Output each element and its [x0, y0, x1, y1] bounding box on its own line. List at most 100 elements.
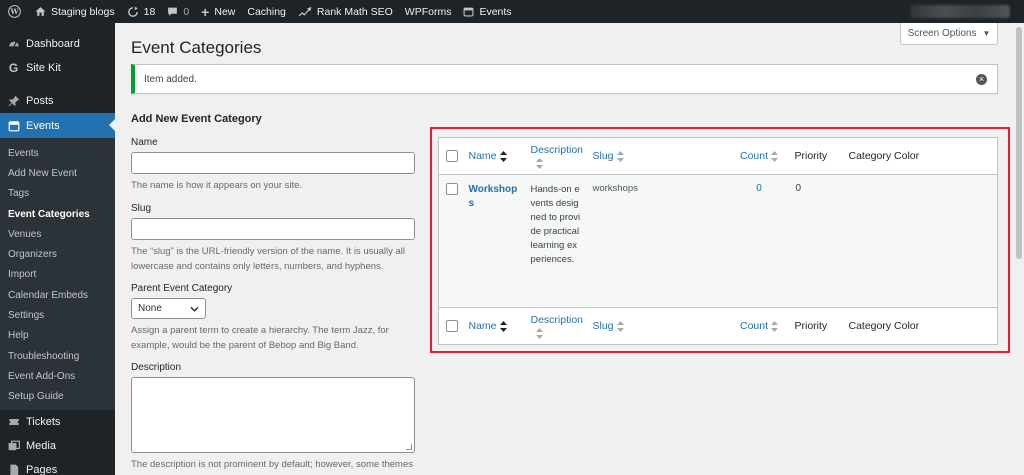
- site-name-link[interactable]: Staging blogs: [29, 0, 121, 23]
- footer-column-description-label: Description: [530, 313, 584, 326]
- scrollbar-thumb[interactable]: [1016, 27, 1022, 259]
- parent-help: Assign a parent term to create a hierarc…: [131, 325, 389, 351]
- column-category-color-header: Category Color: [849, 138, 998, 175]
- footer-column-count-label: Count: [739, 320, 769, 332]
- description-label: Description: [131, 362, 182, 373]
- updates-icon: [127, 6, 138, 17]
- select-all-checkbox-footer[interactable]: [446, 320, 458, 332]
- notice-text: Item added.: [144, 73, 197, 85]
- name-help: The name is how it appears on your site.: [131, 180, 303, 191]
- wordpress-logo-icon[interactable]: W: [0, 0, 29, 23]
- footer-column-count-header[interactable]: Count: [732, 308, 787, 345]
- footer-column-category-color-label: Category Color: [848, 320, 920, 332]
- new-label: New: [214, 5, 236, 18]
- submenu-add-new-event[interactable]: Add New Event: [0, 163, 115, 183]
- rank-math-icon: [298, 6, 312, 17]
- comments-link[interactable]: 0: [161, 0, 195, 23]
- column-description-header[interactable]: Description: [531, 138, 593, 175]
- slug-label: Slug: [131, 203, 152, 214]
- chevron-down-icon: [190, 306, 199, 312]
- name-label: Name: [131, 137, 158, 148]
- updates-link[interactable]: 18: [121, 0, 162, 23]
- column-count-header[interactable]: Count: [732, 138, 787, 175]
- footer-column-slug-header[interactable]: Slug: [593, 308, 732, 345]
- category-count-link[interactable]: 0: [732, 183, 787, 194]
- submenu-events[interactable]: Events: [0, 143, 115, 163]
- submenu-event-categories[interactable]: Event Categories: [0, 204, 115, 224]
- admin-sidebar: Dashboard G Site Kit Posts Events Events…: [0, 23, 115, 475]
- sort-arrows-icon: [535, 327, 543, 339]
- parent-select[interactable]: None: [131, 298, 206, 319]
- calendar-icon: [7, 119, 20, 132]
- events-adminbar-link[interactable]: Events: [457, 0, 517, 23]
- footer-column-name-header[interactable]: Name: [469, 308, 531, 345]
- submenu-import[interactable]: Import: [0, 265, 115, 285]
- menu-pages[interactable]: Pages: [0, 458, 115, 475]
- dismiss-icon[interactable]: ×: [976, 74, 987, 85]
- main-content: Screen Options ▼ Event Categories Item a…: [115, 23, 1024, 475]
- form-heading: Add New Event Category: [131, 113, 262, 125]
- row-checkbox[interactable]: [446, 183, 458, 195]
- footer-column-category-color-header: Category Color: [849, 308, 998, 345]
- column-slug-label: Slug: [592, 150, 614, 162]
- wpforms-link[interactable]: WPForms: [399, 0, 458, 23]
- caret-down-icon: ▼: [982, 29, 991, 38]
- submenu-venues[interactable]: Venues: [0, 224, 115, 244]
- rank-math-label: Rank Math SEO: [316, 5, 393, 18]
- category-name-link[interactable]: Workshops: [469, 183, 519, 211]
- parent-select-value: None: [138, 303, 162, 314]
- sort-arrows-icon: [499, 320, 507, 332]
- calendar-icon: [464, 7, 474, 17]
- comments-count: 0: [183, 5, 190, 18]
- new-content-link[interactable]: + New: [195, 0, 241, 23]
- screen-options-button[interactable]: Screen Options ▼: [900, 23, 998, 45]
- category-priority: 0: [795, 183, 802, 194]
- description-help: The description is not prominent by defa…: [131, 459, 413, 475]
- sort-arrows-icon: [499, 150, 507, 162]
- submenu-help[interactable]: Help: [0, 326, 115, 346]
- plus-icon: +: [201, 3, 210, 20]
- caching-link[interactable]: Caching: [241, 0, 292, 23]
- submenu-tags[interactable]: Tags: [0, 184, 115, 204]
- sort-arrows-icon: [771, 150, 779, 162]
- ticket-icon: [7, 415, 20, 428]
- table-header-row: Name Description Slug Count Priority Cat…: [438, 138, 998, 175]
- resize-handle-icon[interactable]: [406, 444, 412, 450]
- column-slug-header[interactable]: Slug: [593, 138, 732, 175]
- menu-tickets[interactable]: Tickets: [0, 410, 115, 434]
- menu-dashboard-label: Dashboard: [26, 38, 80, 50]
- select-all-checkbox[interactable]: [446, 150, 458, 162]
- description-textarea[interactable]: [131, 377, 415, 453]
- footer-column-priority-label: Priority: [794, 320, 828, 332]
- events-submenu: Events Add New Event Tags Event Categori…: [0, 138, 115, 410]
- submenu-calendar-embeds[interactable]: Calendar Embeds: [0, 285, 115, 305]
- rank-math-link[interactable]: Rank Math SEO: [292, 0, 399, 23]
- menu-events[interactable]: Events: [0, 113, 115, 138]
- footer-column-slug-label: Slug: [592, 320, 614, 332]
- footer-column-priority-header: Priority: [787, 308, 849, 345]
- categories-table: Name Description Slug Count Priority Cat…: [438, 137, 998, 345]
- menu-site-kit[interactable]: G Site Kit: [0, 56, 115, 80]
- menu-media-label: Media: [26, 439, 56, 452]
- account-menu-blurred[interactable]: [910, 5, 1010, 18]
- footer-column-description-header[interactable]: Description: [531, 308, 593, 345]
- submenu-troubleshooting[interactable]: Troubleshooting: [0, 346, 115, 366]
- submenu-event-add-ons[interactable]: Event Add-Ons: [0, 366, 115, 386]
- submenu-setup-guide[interactable]: Setup Guide: [0, 387, 115, 407]
- table-row: Workshops Hands-on events designed to pr…: [438, 174, 998, 308]
- column-priority-label: Priority: [794, 150, 828, 162]
- menu-posts[interactable]: Posts: [0, 89, 115, 113]
- page-scrollbar[interactable]: [1014, 23, 1024, 475]
- add-category-form: Add New Event Category Name The name is …: [131, 113, 416, 475]
- slug-input[interactable]: [131, 218, 415, 240]
- category-description: Hands-on events designed to provide prac…: [530, 184, 581, 265]
- submenu-settings[interactable]: Settings: [0, 305, 115, 325]
- submenu-organizers[interactable]: Organizers: [0, 244, 115, 264]
- name-input[interactable]: [131, 152, 415, 174]
- menu-pages-label: Pages: [26, 463, 58, 475]
- menu-tickets-label: Tickets: [26, 415, 61, 428]
- column-description-label: Description: [530, 143, 584, 156]
- menu-dashboard[interactable]: Dashboard: [0, 32, 115, 56]
- column-name-header[interactable]: Name: [469, 138, 531, 175]
- menu-media[interactable]: Media: [0, 434, 115, 458]
